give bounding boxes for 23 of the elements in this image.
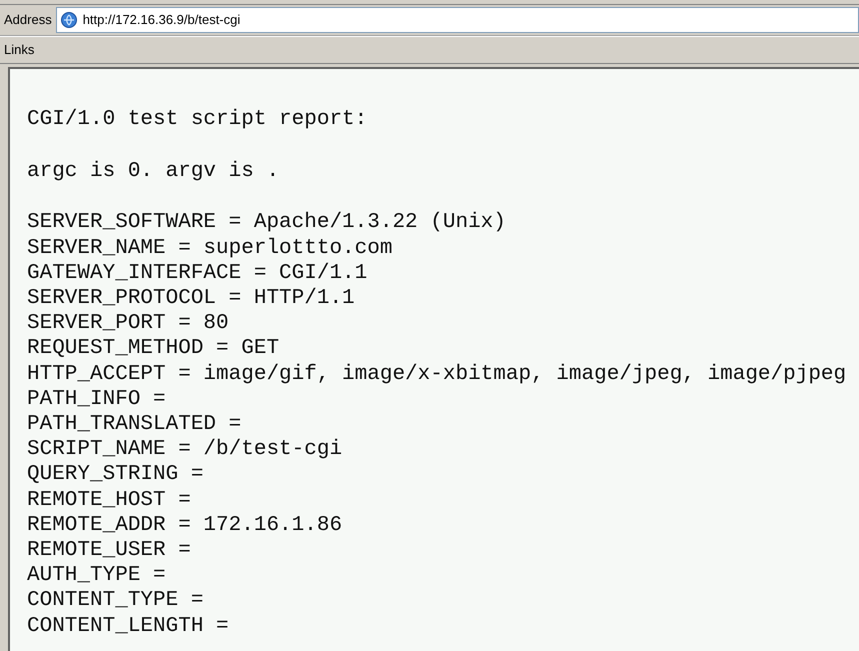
- address-label: Address: [4, 11, 52, 30]
- environment-variable-line: CONTENT_TYPE =: [27, 588, 204, 614]
- web-page-icon: [60, 11, 78, 29]
- environment-variable-line: REMOTE_HOST =: [27, 488, 192, 513]
- environment-variable-line: SERVER_PROTOCOL = HTTP/1.1: [27, 286, 356, 312]
- environment-variable-line: CONTENT_LENGTH =: [27, 614, 230, 639]
- report-heading: CGI/1.0 test script report:: [27, 107, 368, 132]
- environment-variable-line: REQUEST_METHOD = GET: [27, 336, 280, 362]
- address-field[interactable]: http://172.16.36.9/b/test-cgi: [56, 7, 859, 33]
- environment-variable-line: SERVER_SOFTWARE = Apache/1.3.22 (Unix): [27, 210, 507, 236]
- environment-variable-line: AUTH_TYPE =: [27, 563, 167, 588]
- environment-variable-line: SERVER_NAME = superlottto.com: [27, 236, 394, 261]
- environment-variable-line: GATEWAY_INTERFACE = CGI/1.1: [27, 260, 368, 286]
- links-label: Links: [4, 41, 34, 60]
- environment-variable-line: QUERY_STRING =: [27, 462, 204, 488]
- environment-variable-line: REMOTE_ADDR = 172.16.1.86: [27, 512, 344, 538]
- environment-variable-line: SERVER_PORT = 80: [27, 311, 230, 336]
- environment-variable-line: SCRIPT_NAME = /b/test-cgi: [27, 437, 344, 462]
- environment-variable-line: REMOTE_USER =: [27, 538, 192, 564]
- environment-variable-line: HTTP_ACCEPT = image/gif, image/x-xbitmap, image/jpeg, image/pjpeg: [27, 362, 848, 387]
- environment-variable-line: PATH_TRANSLATED =: [27, 412, 242, 438]
- argument-line: argc is 0. argv is .: [27, 159, 280, 184]
- environment-variable-line: PATH_INFO =: [27, 386, 167, 412]
